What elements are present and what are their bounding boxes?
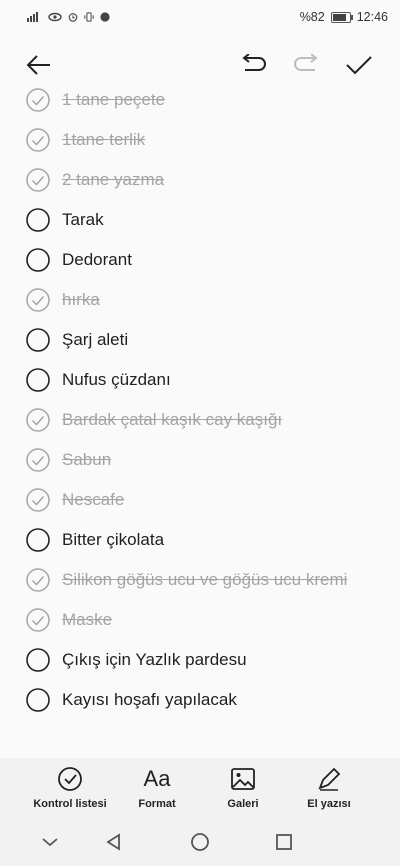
unchecked-circle-icon[interactable]: [26, 248, 50, 272]
unchecked-circle-icon[interactable]: [26, 368, 50, 392]
checklist-item-text[interactable]: Bardak çatal kaşık cay kaşığı: [62, 410, 282, 430]
format-button[interactable]: Aa Format: [117, 766, 197, 810]
checked-circle-icon[interactable]: [26, 168, 50, 192]
square-recents-icon: [276, 834, 292, 850]
nav-home-button[interactable]: [186, 828, 214, 856]
checked-circle-icon[interactable]: [26, 128, 50, 152]
gallery-label: Galeri: [227, 798, 259, 810]
handwriting-button[interactable]: El yazısı: [289, 766, 369, 810]
checklist-item[interactable]: 1tane terlik: [26, 120, 145, 160]
system-nav-bar: [0, 818, 400, 866]
checklist-item[interactable]: Bitter çikolata: [26, 520, 164, 560]
status-right: %82 12:46: [300, 10, 388, 24]
checklist-item[interactable]: Maske: [26, 600, 112, 640]
checklist-item[interactable]: Çıkış için Yazlık pardesu: [26, 640, 247, 680]
checked-circle-icon[interactable]: [26, 408, 50, 432]
checklist-item-text[interactable]: 1 tane peçete: [62, 90, 165, 110]
save-button[interactable]: [342, 48, 376, 82]
checklist-item-text[interactable]: Kayısı hoşafı yapılacak: [62, 690, 237, 710]
checked-circle-icon[interactable]: [26, 608, 50, 632]
eye-icon: [48, 12, 62, 22]
checklist-item[interactable]: 2 tane yazma: [26, 160, 164, 200]
unchecked-circle-icon[interactable]: [26, 208, 50, 232]
checklist-item-text[interactable]: Sabun: [62, 450, 111, 470]
image-icon: [231, 768, 255, 790]
nav-recents-button[interactable]: [270, 828, 298, 856]
handwriting-label: El yazısı: [307, 798, 351, 810]
pen-icon: [318, 767, 341, 791]
redo-icon: [294, 54, 318, 71]
checked-circle-icon[interactable]: [26, 488, 50, 512]
back-button[interactable]: [22, 48, 56, 82]
nav-back-button[interactable]: [100, 828, 128, 856]
undo-icon: [242, 54, 266, 71]
checklist-item-text[interactable]: Nescafe: [62, 490, 124, 510]
checklist-item-text[interactable]: 1tane terlik: [62, 130, 145, 150]
alarm-icon: [68, 13, 78, 22]
checklist-item[interactable]: Sabun: [26, 440, 111, 480]
nav-hide-button[interactable]: [36, 828, 64, 856]
signal-icon: [27, 12, 38, 22]
checklist-item-text[interactable]: hırka: [62, 290, 100, 310]
checklist-item-text[interactable]: Maske: [62, 610, 112, 630]
checked-circle-icon[interactable]: [26, 288, 50, 312]
checklist-item[interactable]: Nescafe: [26, 480, 124, 520]
checklist-item-text[interactable]: Nufus çüzdanı: [62, 370, 171, 390]
battery-percent: %82: [299, 10, 325, 24]
checklist-item[interactable]: hırka: [26, 280, 100, 320]
checked-circle-icon[interactable]: [26, 88, 50, 112]
check-circle-icon: [58, 767, 82, 791]
checklist-item[interactable]: Silikon göğüs ucu ve göğüs ucu kremi: [26, 560, 347, 600]
unchecked-circle-icon[interactable]: [26, 648, 50, 672]
circle-home-icon: [191, 833, 209, 851]
checklist-label: Kontrol listesi: [33, 798, 107, 810]
vibrate-icon: [84, 12, 94, 22]
checklist-item[interactable]: 1 tane peçete: [26, 80, 165, 120]
checked-circle-icon[interactable]: [26, 568, 50, 592]
checklist-item[interactable]: Dedorant: [26, 240, 132, 280]
checklist-item[interactable]: Kayısı hoşafı yapılacak: [26, 680, 237, 720]
unchecked-circle-icon[interactable]: [26, 328, 50, 352]
battery-icon: [330, 11, 353, 23]
status-left: [26, 12, 110, 22]
format-icon: Aa: [143, 766, 171, 791]
bottom-toolbar: Kontrol listesi Aa Format Galeri El yazı…: [0, 758, 400, 818]
undo-button[interactable]: [236, 48, 270, 82]
back-arrow-icon: [26, 55, 50, 75]
status-bar: %82 12:46: [0, 0, 400, 34]
chevron-down-icon: [42, 838, 58, 847]
checklist-item-text[interactable]: Bitter çikolata: [62, 530, 164, 550]
checklist-button[interactable]: Kontrol listesi: [30, 766, 110, 810]
format-label: Format: [138, 798, 176, 810]
checklist-item-text[interactable]: Silikon göğüs ucu ve göğüs ucu kremi: [62, 570, 347, 590]
checklist-item-text[interactable]: Tarak: [62, 210, 104, 230]
checklist-item[interactable]: Şarj aleti: [26, 320, 128, 360]
gallery-button[interactable]: Galeri: [203, 766, 283, 810]
checklist-item-text[interactable]: Şarj aleti: [62, 330, 128, 350]
checklist-item-text[interactable]: Dedorant: [62, 250, 132, 270]
triangle-back-icon: [106, 833, 120, 851]
checklist-item-text[interactable]: Çıkış için Yazlık pardesu: [62, 650, 247, 670]
checklist-item[interactable]: Tarak: [26, 200, 104, 240]
redo-button[interactable]: [290, 48, 324, 82]
unchecked-circle-icon[interactable]: [26, 688, 50, 712]
checklist-item-text[interactable]: 2 tane yazma: [62, 170, 164, 190]
checklist-item[interactable]: Nufus çüzdanı: [26, 360, 171, 400]
confirm-check-icon: [346, 56, 372, 75]
checked-circle-icon[interactable]: [26, 448, 50, 472]
checklist-item[interactable]: Bardak çatal kaşık cay kaşığı: [26, 400, 282, 440]
unchecked-circle-icon[interactable]: [26, 528, 50, 552]
bip-app-icon: [100, 12, 110, 22]
clock: 12:46: [356, 10, 388, 24]
